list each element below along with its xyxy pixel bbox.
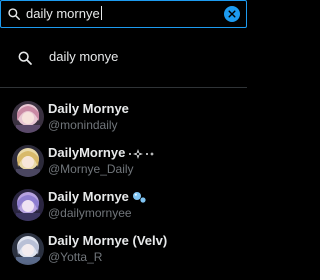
close-icon <box>228 10 236 18</box>
user-name: Daily Mornye (Velv) <box>48 233 168 248</box>
avatar <box>12 145 44 177</box>
user-result[interactable]: DailyMornye @Mornye_Daily <box>0 139 247 183</box>
text-caret <box>100 6 102 20</box>
user-handle: @monindaily <box>48 118 118 132</box>
search-input[interactable]: daily mornye <box>26 6 102 22</box>
user-handle: @dailymornyee <box>48 206 132 220</box>
search-suggestion[interactable]: daily monye <box>0 36 247 78</box>
suggestion-label: daily monye <box>49 49 119 64</box>
user-handle: @Mornye_Daily <box>48 162 134 176</box>
scroll-fade <box>0 262 247 280</box>
user-name: Daily Mornye <box>48 101 129 116</box>
avatar <box>12 189 44 221</box>
search-icon <box>18 51 32 65</box>
divider <box>0 87 247 88</box>
user-result[interactable]: Daily Mornye @dailymornyee <box>0 183 247 227</box>
search-bar[interactable]: daily mornye <box>0 0 247 28</box>
user-result[interactable]: Daily Mornye @monindaily <box>0 95 247 139</box>
search-dropdown: daily monye Daily Mornye @monindaily Dai… <box>0 28 247 280</box>
bubbles-emoji <box>132 191 146 207</box>
clear-search-button[interactable] <box>224 6 240 22</box>
avatar <box>12 101 44 133</box>
search-query-text: daily mornye <box>26 6 100 21</box>
avatar <box>12 233 44 265</box>
search-icon <box>8 8 21 21</box>
